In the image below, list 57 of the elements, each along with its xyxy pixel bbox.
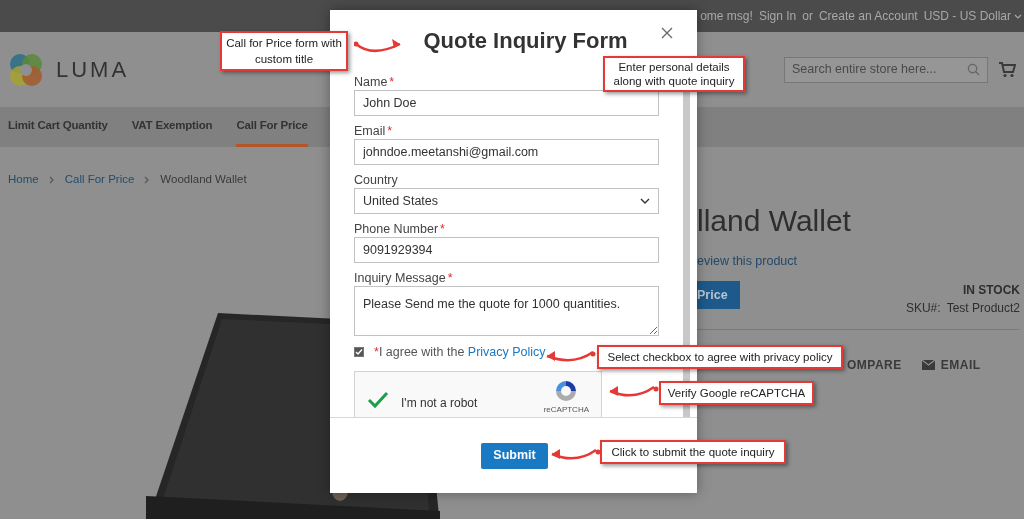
welcome-message: ome msg! (700, 8, 753, 25)
logo-text: LUMA (56, 56, 130, 84)
sku-value: Test Product2 (946, 300, 1020, 317)
envelope-icon (921, 360, 935, 370)
logo-icon (8, 51, 44, 88)
price-button[interactable]: Price (697, 281, 740, 309)
annotation-tooltip: Click to submit the quote inquiry (600, 440, 786, 464)
annotation-tooltip: Call for Price form with custom title (220, 31, 348, 71)
header-link[interactable]: Create an Account (818, 7, 918, 25)
field-label: Email (354, 125, 386, 137)
field-label: Name (354, 76, 388, 88)
message-field[interactable]: Please Send me the quote for 1000 quantities. (354, 286, 659, 336)
recaptcha-widget[interactable]: I'm not a robot reCAPTCHA (354, 370, 602, 417)
chevron-down-icon (640, 198, 650, 204)
stock-status: IN STOCK (962, 282, 1020, 299)
required-asterisk: * (447, 272, 453, 284)
country-select[interactable]: United States (354, 188, 659, 214)
required-asterisk: * (440, 223, 445, 235)
search-icon (967, 63, 980, 76)
search-field[interactable]: Search entire store here... (784, 56, 988, 83)
breadcrumb-link[interactable]: Home (8, 171, 39, 189)
close-icon[interactable] (661, 27, 673, 39)
agree-text: *I agree with the Privacy Policy (374, 344, 546, 361)
submit-button[interactable]: Submit (481, 442, 548, 469)
agree-checkbox[interactable] (354, 347, 364, 358)
nav-tab[interactable]: Limit Cart Quantity (8, 107, 108, 147)
compare-link[interactable]: OMPARE (847, 356, 902, 374)
sku-label: SKU#: (905, 300, 941, 317)
captcha-label: I'm not a robot (401, 394, 478, 412)
annotation-tooltip: Verify Google reCAPTCHA (659, 381, 814, 405)
field-label: Country (354, 174, 398, 186)
text-field[interactable]: John Doe (354, 90, 659, 116)
recaptcha-brand: reCAPTCHA (543, 403, 589, 416)
required-asterisk: * (387, 125, 393, 137)
separator-text: or (802, 8, 813, 25)
review-link[interactable]: eview this product (697, 252, 1020, 271)
breadcrumb-current: Woodland Wallet (160, 172, 247, 187)
required-asterisk: * (389, 76, 395, 88)
annotation-tooltip: Select checkbox to agree with privacy policy (597, 345, 843, 369)
modal-title: Quote Inquiry Form (422, 26, 628, 55)
text-field[interactable]: johndoe.meetanshi@gmail.com (354, 139, 659, 165)
chevron-right-icon (48, 175, 55, 184)
cart-icon[interactable] (998, 61, 1016, 78)
currency-switcher[interactable]: USD - US Dollar (923, 7, 1022, 25)
chevron-down-icon (1014, 13, 1022, 19)
annotation-tooltip: Enter personal details along with quote inquiry (603, 56, 745, 92)
product-title: lland Wallet (697, 206, 852, 237)
text-field[interactable]: 9091929394 (354, 237, 659, 263)
chevron-right-icon (144, 175, 151, 184)
field-label: Inquiry Message (354, 272, 446, 284)
email-link[interactable]: EMAIL (921, 356, 981, 374)
nav-tab[interactable]: VAT Exemption (131, 107, 213, 147)
nav-tab[interactable]: Call For Price (236, 107, 308, 147)
breadcrumb-link[interactable]: Call For Price (64, 171, 135, 189)
header-link[interactable]: Sign In (758, 7, 797, 25)
privacy-policy-link[interactable]: Privacy Policy (467, 345, 546, 359)
field-label: Phone Number (354, 223, 439, 235)
